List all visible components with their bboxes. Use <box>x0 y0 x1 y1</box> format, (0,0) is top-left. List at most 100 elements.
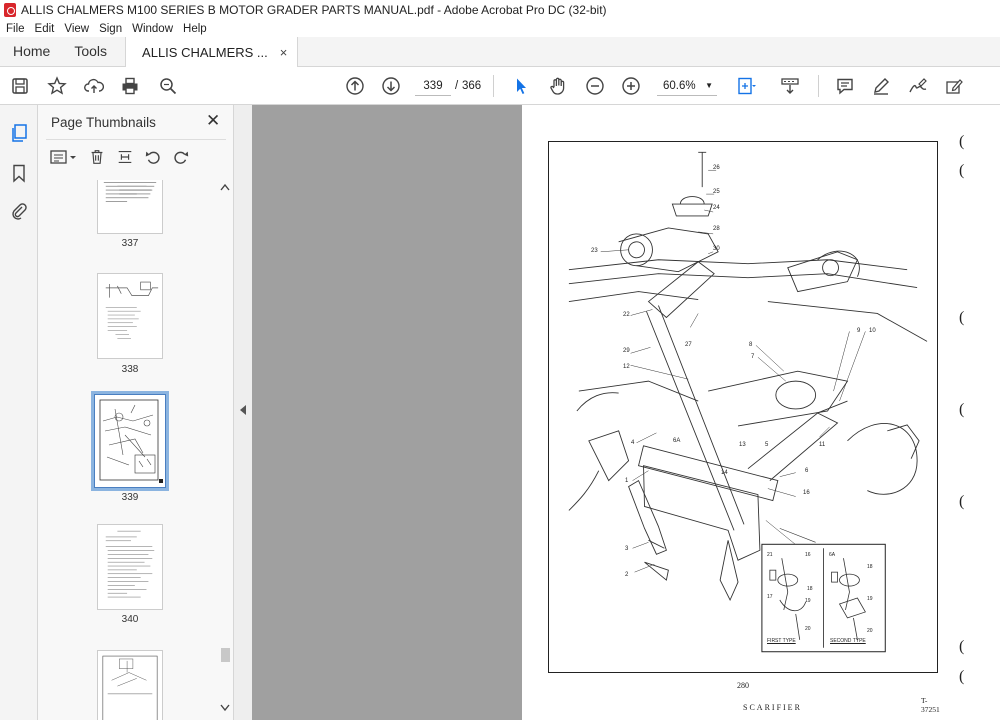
thumbnail-scrollbar[interactable] <box>219 180 231 720</box>
sign-icon[interactable] <box>908 76 928 96</box>
rotate-clockwise-icon[interactable] <box>170 147 192 167</box>
panel-divider <box>46 139 226 140</box>
callout-label: 3 <box>625 546 629 552</box>
page-thumbnail-selected[interactable] <box>91 391 169 491</box>
menu-window[interactable]: Window <box>132 23 173 35</box>
callout-label: 19 <box>867 596 873 602</box>
menu-file[interactable]: File <box>6 23 25 35</box>
margin-mark: ( <box>959 668 965 685</box>
callout-label: 11 <box>819 442 826 448</box>
callout-label: 1 <box>625 478 629 484</box>
callout-label: 6A <box>829 552 836 558</box>
tab-tools[interactable]: Tools <box>62 36 125 66</box>
fill-sign-icon[interactable] <box>944 76 964 96</box>
zoom-in-icon[interactable] <box>621 76 641 96</box>
thumbnail-tools <box>48 147 198 167</box>
toolbar-divider <box>818 75 819 97</box>
callout-label: 16 <box>803 490 810 496</box>
page-thumbnail[interactable] <box>97 524 163 610</box>
scarifier-illustration <box>568 151 928 653</box>
page-thumbnail[interactable] <box>97 180 163 234</box>
toolbar-divider <box>493 75 494 97</box>
figure-caption: SCARIFIER <box>739 703 806 712</box>
page-up-icon[interactable] <box>345 76 365 96</box>
callout-label: 27 <box>685 342 692 348</box>
highlight-pen-icon[interactable] <box>871 76 891 96</box>
page-number: 280 <box>737 681 749 690</box>
inset-label-second-type: SECOND TYPE <box>830 638 866 644</box>
toolbar: 339 / 366 60.6% ▼ <box>0 67 1000 105</box>
margin-mark: ( <box>959 638 965 655</box>
callout-label: 26 <box>713 165 720 171</box>
callout-label: 24 <box>713 205 720 211</box>
callout-label: 25 <box>713 189 720 195</box>
select-arrow-icon[interactable] <box>511 76 531 96</box>
bookmark-star-icon[interactable] <box>47 76 67 96</box>
print-icon[interactable] <box>120 76 140 96</box>
zoom-level-value: 60.6% <box>663 80 696 92</box>
callout-label: 22 <box>623 312 630 318</box>
callout-label: 12 <box>623 364 630 370</box>
callout-label: 5 <box>765 442 769 448</box>
callout-label: 28 <box>713 226 720 232</box>
rotate-counterclockwise-icon[interactable] <box>142 147 164 167</box>
delete-icon[interactable] <box>86 147 108 167</box>
upload-cloud-icon[interactable] <box>84 76 104 96</box>
panel-collapse-gutter[interactable] <box>234 105 252 720</box>
attachments-icon[interactable] <box>9 201 29 221</box>
collapse-panel-icon[interactable] <box>240 405 246 415</box>
tab-home[interactable]: Home <box>0 36 62 66</box>
insert-page-icon[interactable] <box>114 147 136 167</box>
callout-label: 6A <box>673 438 681 444</box>
callout-label: 21 <box>767 552 773 558</box>
callout-label: 2 <box>625 572 629 578</box>
margin-mark: ( <box>959 401 965 418</box>
callout-label: 7 <box>751 354 755 360</box>
callout-label: 4 <box>631 440 635 446</box>
callout-label: 8 <box>749 342 753 348</box>
current-page-input[interactable]: 339 <box>415 76 451 96</box>
acrobat-icon <box>4 3 16 17</box>
tab-document[interactable]: ALLIS CHALMERS ... × <box>125 37 299 67</box>
document-page: 26 25 24 28 30 23 22 27 29 12 9 10 8 7 1… <box>522 105 1000 720</box>
comment-icon[interactable] <box>835 76 855 96</box>
hand-icon[interactable] <box>548 76 568 96</box>
bookmarks-icon[interactable] <box>9 163 29 183</box>
callout-label: 6 <box>805 468 809 474</box>
page-thumbnails-icon[interactable] <box>9 123 29 143</box>
inset-label-first-type: FIRST TYPE <box>767 638 796 644</box>
chevron-down-icon: ▼ <box>705 81 713 90</box>
fit-page-icon[interactable] <box>736 76 756 96</box>
panel-title: Page Thumbnails <box>51 115 156 130</box>
tab-close-icon[interactable]: × <box>280 45 288 60</box>
page-down-icon[interactable] <box>381 76 401 96</box>
title-bar: ALLIS CHALMERS M100 SERIES B MOTOR GRADE… <box>0 0 1000 20</box>
callout-label: 29 <box>623 348 630 354</box>
thumbnail-label: 339 <box>121 492 139 503</box>
callout-label: 14 <box>721 470 728 476</box>
menu-help[interactable]: Help <box>183 23 207 35</box>
zoom-out-icon[interactable] <box>585 76 605 96</box>
callout-label: 18 <box>867 564 873 570</box>
thumbnails-panel: Page Thumbnails ✕ 337 338 339 340 <box>38 105 234 720</box>
save-icon[interactable] <box>10 76 30 96</box>
menu-sign[interactable]: Sign <box>99 23 122 35</box>
window-title: ALLIS CHALMERS M100 SERIES B MOTOR GRADE… <box>21 3 607 17</box>
page-thumbnail[interactable] <box>97 650 163 720</box>
scroll-mode-icon[interactable] <box>780 76 800 96</box>
page-thumbnail[interactable] <box>97 273 163 359</box>
menu-view[interactable]: View <box>64 23 89 35</box>
zoom-level-select[interactable]: 60.6% ▼ <box>657 76 717 96</box>
menu-edit[interactable]: Edit <box>35 23 55 35</box>
options-menu-icon[interactable] <box>48 147 80 167</box>
callout-label: 16 <box>805 552 811 558</box>
scrollbar-thumb[interactable] <box>221 648 230 662</box>
zoom-search-icon[interactable] <box>158 76 178 96</box>
document-background <box>252 105 522 720</box>
callout-label: 30 <box>713 246 720 252</box>
close-icon[interactable]: ✕ <box>206 111 220 131</box>
menu-bar: File Edit View Sign Window Help <box>0 20 1000 37</box>
thumbnail-label: 337 <box>121 238 139 249</box>
callout-label: 23 <box>591 248 598 254</box>
callout-label: 20 <box>805 626 811 632</box>
